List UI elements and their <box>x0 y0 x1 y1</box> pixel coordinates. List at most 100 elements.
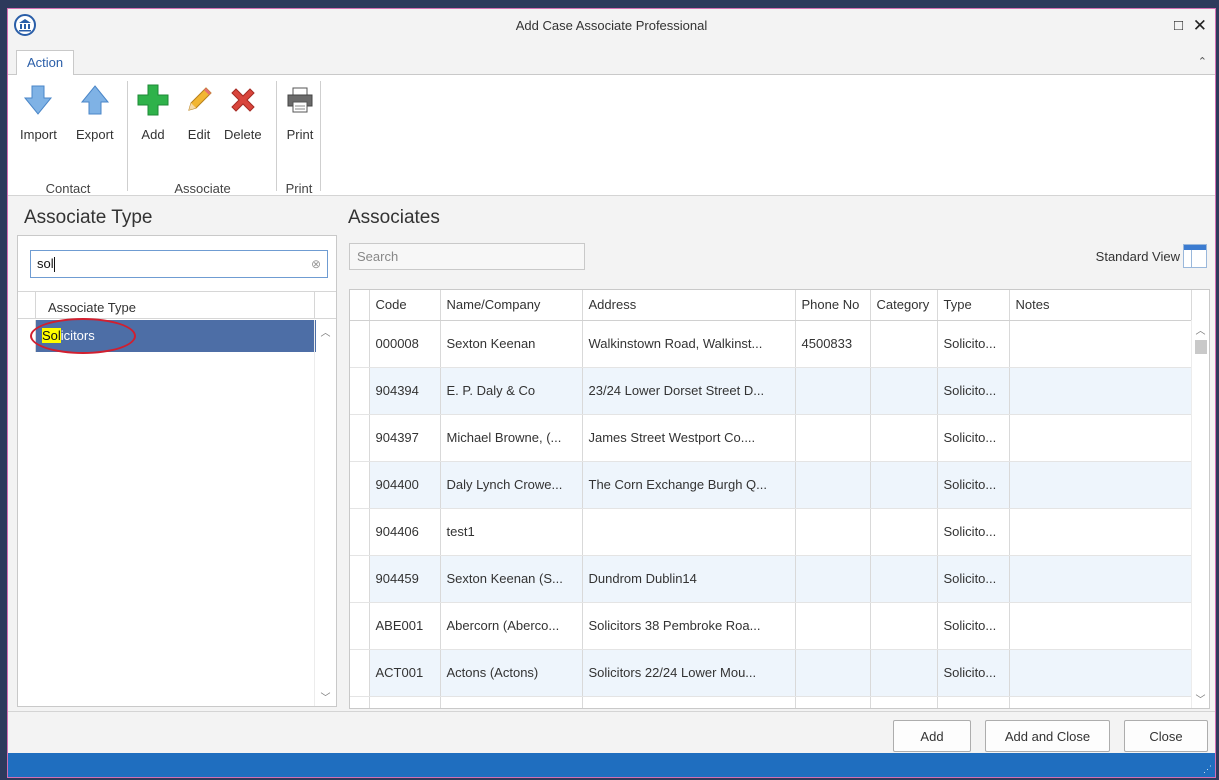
cell-category <box>870 461 938 509</box>
associate-type-title: Associate Type <box>24 207 153 228</box>
header-end-cell <box>314 292 336 318</box>
scroll-down-icon[interactable]: ﹀ <box>1192 691 1209 706</box>
associate-type-column-header[interactable]: Associate Type <box>18 291 336 319</box>
row-indicator <box>350 508 370 556</box>
cell-name: Michael Browne, (... <box>440 414 583 462</box>
import-arrow-icon <box>21 83 55 117</box>
plus-icon <box>136 83 170 117</box>
table-row[interactable]: 904400 Daly Lynch Crowe... The Corn Exchan… <box>350 461 1192 509</box>
group-label-print: Print <box>285 181 313 196</box>
cell-category <box>870 649 938 697</box>
group-label-contact: Contact <box>45 181 91 196</box>
cell-category <box>870 555 938 603</box>
row-indicator <box>350 320 370 368</box>
add-button[interactable]: Add <box>893 720 971 752</box>
table-row[interactable]: 904394 E. P. Daly & Co 23/24 Lower Dorset … <box>350 367 1192 415</box>
cell-name: Sexton Keenan <box>440 320 583 368</box>
table-row[interactable]: ABE001 Abercorn (Aberco... Solicitors 38 P… <box>350 602 1192 650</box>
cell-type: Solicito... <box>937 696 1010 708</box>
cell-address: Walkinstown Road, Walkinst... <box>582 320 796 368</box>
cell-address: 23/24 Lower Dorset Street D... <box>582 367 796 415</box>
tab-action[interactable]: Action <box>16 50 75 76</box>
table-header-row: Code Name/Company Address Phone No Category T… <box>350 290 1192 321</box>
export-button[interactable]: Export <box>76 83 114 142</box>
title-bar: Add Case Associate Professional □ ✕ <box>8 9 1215 47</box>
standard-view-label[interactable]: Standard View <box>1096 249 1180 264</box>
delete-label: Delete <box>224 127 262 142</box>
print-button[interactable]: Print <box>283 83 317 142</box>
dialog-footer: Add Add and Close Close <box>8 711 1215 753</box>
header-gutter <box>350 290 370 321</box>
associates-grid: Code Name/Company Address Phone No Category T… <box>349 289 1210 709</box>
associates-panel: Associates Search Standard View Code Name… <box>348 201 1210 711</box>
table-row[interactable]: 904397 Michael Browne, (... James Street W… <box>350 414 1192 462</box>
cell-notes <box>1009 555 1192 603</box>
cell-notes <box>1009 508 1192 556</box>
delete-button[interactable]: Delete <box>224 83 262 142</box>
associate-type-panel: Associate Type sol ⊗ Associate Type Soli… <box>16 201 338 707</box>
column-header-type[interactable]: Type <box>937 290 1010 321</box>
collapse-ribbon-icon[interactable]: ⌃ <box>1198 55 1207 68</box>
cell-name: E. P. Daly & Co <box>440 367 583 415</box>
cell-phone: 0506 2... <box>795 696 871 708</box>
cell-address: James Street Westport Co.... <box>582 414 796 462</box>
row-indicator <box>350 696 370 708</box>
row-indicator <box>350 602 370 650</box>
cell-address <box>582 508 796 556</box>
cell-category <box>870 367 938 415</box>
resize-grip-icon[interactable]: ⋰ <box>1203 764 1212 775</box>
column-header-name-company[interactable]: Name/Company <box>440 290 583 321</box>
text-caret <box>53 257 55 273</box>
scroll-thumb[interactable] <box>1195 340 1207 354</box>
cell-type: Solicito... <box>937 649 1010 697</box>
table-row[interactable]: 000008 Sexton Keenan Walkinstown Road, Wal… <box>350 320 1192 368</box>
cell-notes <box>1009 367 1192 415</box>
add-and-close-button[interactable]: Add and Close <box>985 720 1110 752</box>
cell-notes <box>1009 696 1192 708</box>
scroll-down-icon[interactable]: ﹀ <box>315 689 336 704</box>
associate-type-scrollbar[interactable]: ︿ ﹀ <box>314 320 336 706</box>
associates-table: Code Name/Company Address Phone No Category T… <box>350 290 1192 708</box>
associates-scrollbar[interactable]: ︿ ﹀ <box>1191 320 1209 708</box>
table-row[interactable]: ACT001 Actons (Actons) Solicitors 22/24 Lo… <box>350 649 1192 697</box>
standard-view-icon[interactable] <box>1183 244 1207 268</box>
status-bar: ⋰ <box>8 753 1215 777</box>
associate-type-box: sol ⊗ Associate Type Solicitors ︿ ﹀ <box>17 235 337 707</box>
column-header-notes[interactable]: Notes <box>1009 290 1192 321</box>
table-row[interactable]: 904459 Sexton Keenan (S... Dundrom Dublin1… <box>350 555 1192 603</box>
dialog-window: Add Case Associate Professional □ ✕ Acti… <box>7 8 1216 778</box>
add-associate-button[interactable]: Add <box>136 83 170 142</box>
cell-category <box>870 602 938 650</box>
scroll-up-icon[interactable]: ︿ <box>1192 322 1209 337</box>
ribbon-group-associate: Add Edit Delete Associate <box>128 75 277 196</box>
cell-code: 904400 <box>369 461 441 509</box>
column-header-code[interactable]: Code <box>369 290 441 321</box>
column-header-address[interactable]: Address <box>582 290 796 321</box>
cell-notes <box>1009 320 1192 368</box>
cell-code: ABE001 <box>369 602 441 650</box>
group-label-associate: Associate <box>174 181 231 196</box>
table-row[interactable]: 904406 test1 Solicito... <box>350 508 1192 556</box>
table-row[interactable]: ADA002Brian P. Adams (B...Solicitors Con… <box>350 696 1192 708</box>
cell-address: Solicitors Convent Street Tull... <box>582 696 796 708</box>
associate-type-search-input[interactable]: sol ⊗ <box>30 250 328 278</box>
associates-title: Associates <box>348 207 440 228</box>
edit-button[interactable]: Edit <box>182 83 216 142</box>
row-indicator <box>350 461 370 509</box>
close-icon[interactable]: ✕ <box>1193 17 1207 35</box>
cell-notes <box>1009 602 1192 650</box>
associates-search-input[interactable]: Search <box>349 243 585 270</box>
column-header-phone-no[interactable]: Phone No <box>795 290 871 321</box>
cell-type: Solicito... <box>937 320 1010 368</box>
associate-type-row-solicitors[interactable]: Solicitors <box>18 318 316 354</box>
maximize-icon[interactable]: □ <box>1174 17 1183 35</box>
close-button[interactable]: Close <box>1124 720 1208 752</box>
cell-phone: 4500833 <box>795 320 871 368</box>
import-button[interactable]: Import <box>20 83 57 142</box>
import-label: Import <box>20 127 57 142</box>
column-header-category[interactable]: Category <box>870 290 938 321</box>
row-indicator <box>350 555 370 603</box>
clear-search-icon[interactable]: ⊗ <box>311 257 321 271</box>
cell-type: Solicito... <box>937 555 1010 603</box>
scroll-up-icon[interactable]: ︿ <box>315 324 336 339</box>
